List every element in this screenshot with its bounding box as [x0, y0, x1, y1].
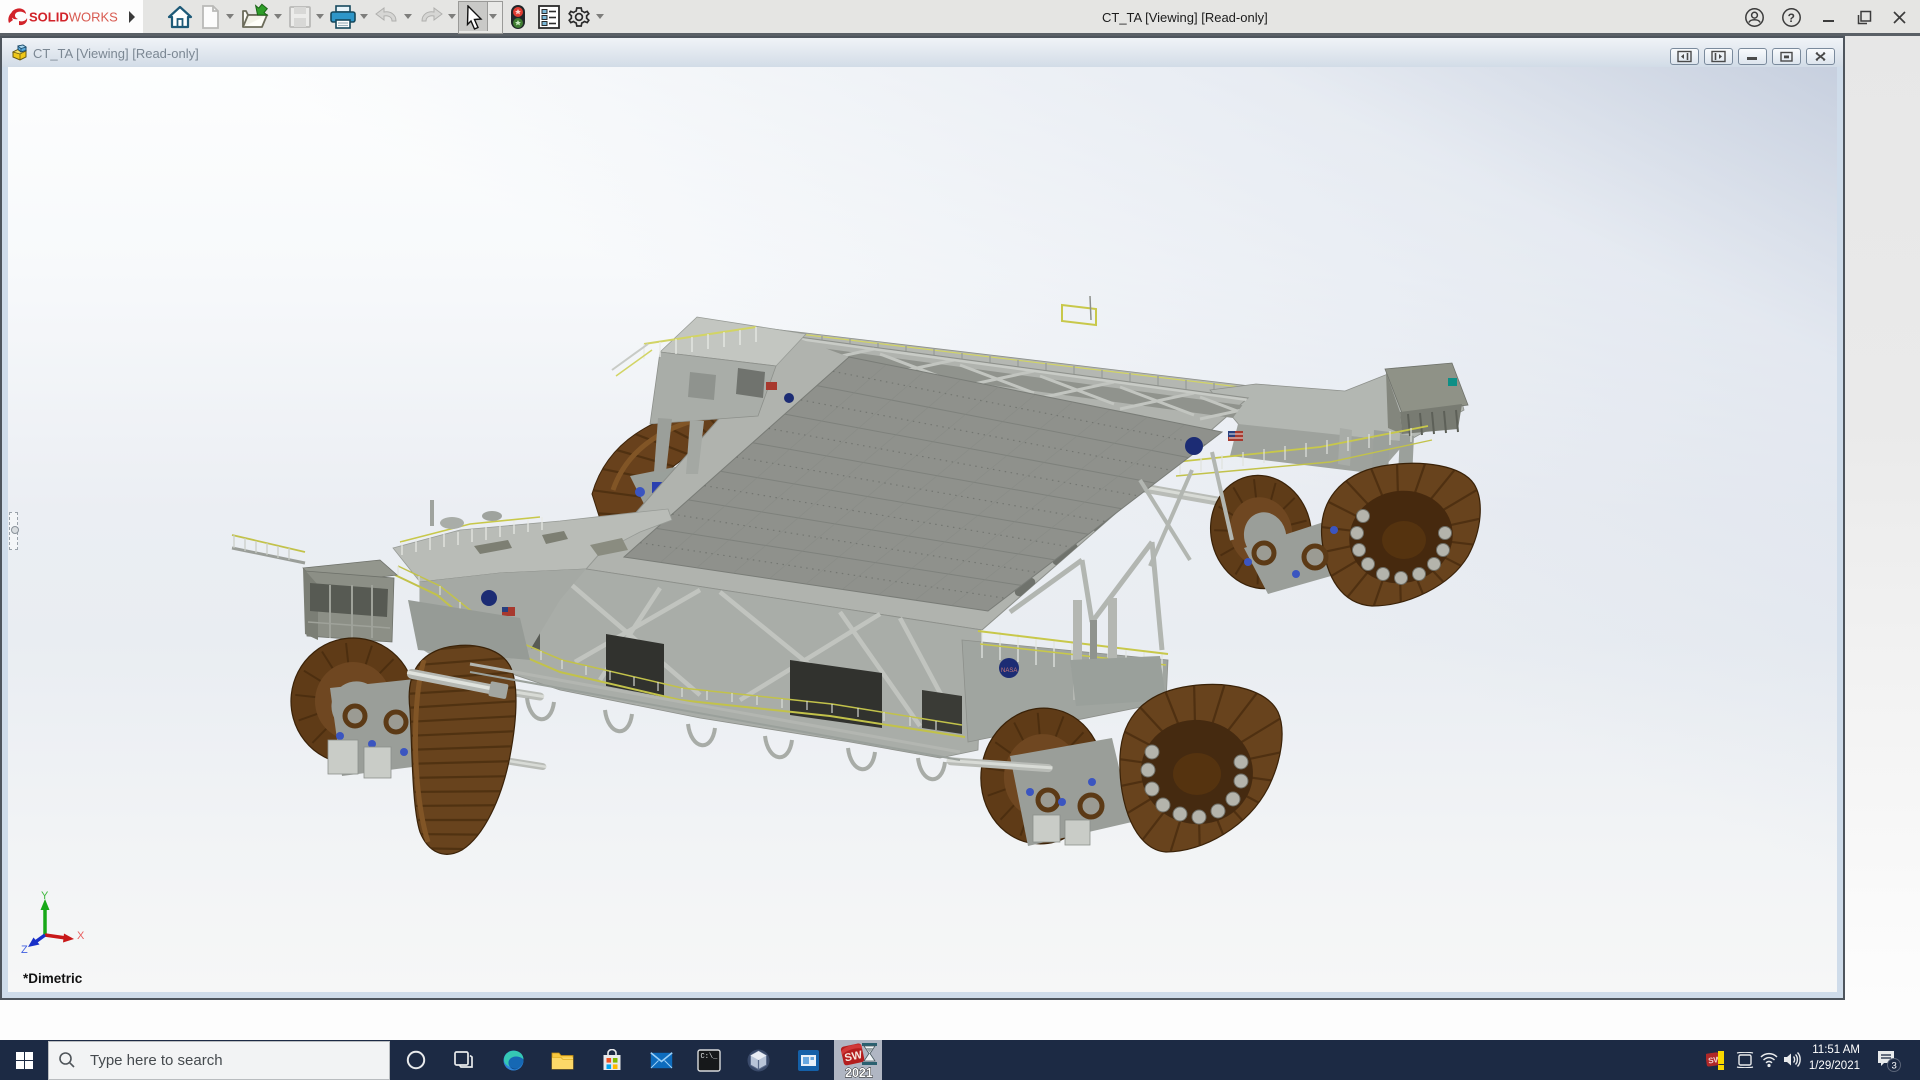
svg-text:3: 3 — [1892, 1061, 1897, 1072]
svg-text:SOLIDWORKS: SOLIDWORKS — [29, 10, 118, 25]
svg-text:X: X — [77, 930, 85, 942]
svg-text:NASA: NASA — [1001, 668, 1017, 674]
svg-text:Z: Z — [21, 944, 28, 956]
svg-text:?: ? — [1788, 11, 1795, 25]
svg-text:2021: 2021 — [845, 1066, 873, 1079]
svg-text:C:\_: C:\_ — [701, 1053, 719, 1061]
